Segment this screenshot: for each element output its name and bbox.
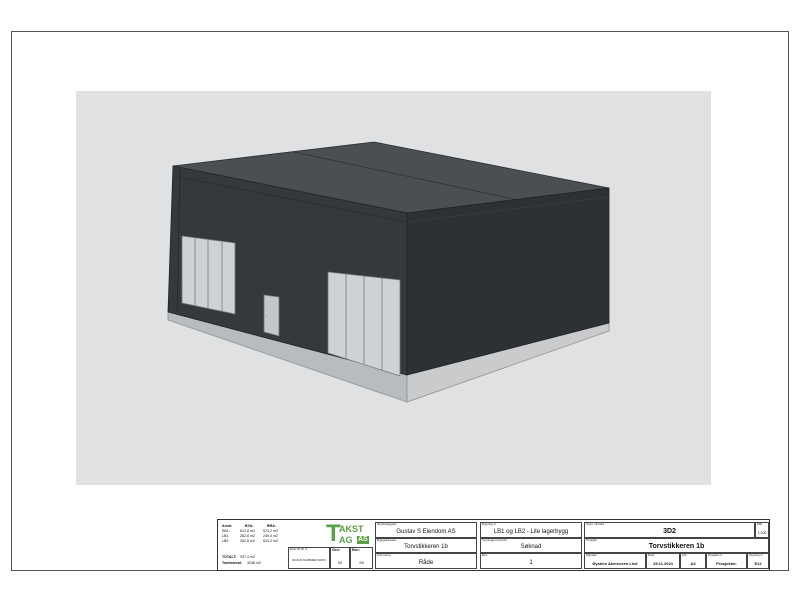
revision-cell: Rev. 1 — [480, 553, 582, 569]
phase-value: Prosjektor. — [716, 561, 737, 566]
garage-door-left — [181, 235, 236, 315]
signature-cell: Signatur Øystein Akersveen Lied — [584, 553, 646, 569]
area-row-bra: 574,2 m2 — [263, 529, 278, 533]
sheet-number-cell: Tegning nr E12 — [747, 553, 769, 569]
area-header-name: Areal: — [222, 524, 233, 528]
address-label: Byggeadresse — [377, 538, 397, 542]
id-block-label: Dato ID ID nr — [290, 547, 308, 551]
area-row-bya: 612,6 m2 — [240, 529, 255, 533]
format-cell: Ark A3 — [680, 553, 706, 569]
area-total-value: 937,4 m2 — [240, 555, 255, 559]
project-cell: Prosjekt Torvstikkeren 1b — [584, 538, 769, 553]
area-row-bra: 514,2 m2 — [263, 539, 278, 543]
format-label: Ark — [682, 553, 687, 557]
company-logo: T AKST AG AS — [326, 522, 372, 552]
scale-value: 1:100 — [757, 531, 767, 535]
drawing-title-value: 3D2 — [663, 528, 676, 535]
drawing-title-cell: Tegn. innhold 3D2 — [584, 522, 755, 538]
id-block: Dato ID ID nr SGS ID NUMMER DATO — [288, 547, 330, 569]
area-header-bra: BRA: — [267, 524, 276, 528]
format-value: A3 — [690, 561, 696, 566]
area-table: Areal: BYA: BRA: SB1: 612,6 m2 574,2 m2 … — [220, 522, 286, 568]
logo-as: AS — [357, 536, 369, 544]
signature-label: Signatur — [586, 553, 598, 557]
wall-front — [406, 187, 610, 376]
building-value: LB1 og LB2 - Lite lagerbygg — [493, 529, 569, 535]
tomt-value: 3248 m2 — [247, 561, 261, 565]
date-value: 25.11.2024 — [653, 561, 673, 566]
3d-model-viewport[interactable] — [76, 91, 711, 485]
client-label: Oppdragsgiver — [377, 522, 397, 526]
kommune-label: Kommune — [377, 553, 391, 557]
area-row-name: LB1: — [222, 534, 230, 538]
project-label: Prosjekt — [586, 538, 597, 542]
entrance-door — [263, 294, 280, 337]
purpose-label: Tegningens formål — [482, 538, 507, 542]
project-value: Torvstikkeren 1b — [648, 543, 705, 550]
scale-label: Mål — [757, 522, 762, 526]
gnr-value: 92 — [337, 560, 343, 565]
area-header-bya: BYA: — [245, 524, 254, 528]
signature-value: Øystein Akersveen Lied — [592, 561, 638, 566]
scale-cell: Mål 1:100 — [755, 522, 769, 538]
date-cell: Dato 25.11.2024 — [646, 553, 680, 569]
area-total-label: TOTALT: — [222, 555, 237, 559]
kommune-value: Råde — [418, 560, 434, 566]
revision-value: 1 — [529, 560, 533, 566]
client-cell: Oppdragsgiver Gustav S Eiendom AS — [375, 522, 477, 538]
logo-akst: AKST — [339, 524, 364, 534]
sheet-number-value: E12 — [754, 561, 762, 566]
revision-label: Rev. — [482, 553, 488, 557]
bnr-value: 99 — [359, 560, 364, 565]
client-value: Gustav S Eiendom AS — [396, 529, 456, 535]
purpose-cell: Tegningens formål Søknad — [480, 538, 582, 553]
building-label: Bygning nr — [482, 522, 497, 526]
building-3d-render — [167, 141, 610, 403]
sheet-number-label: Tegning nr — [749, 553, 764, 557]
drawing-title-label: Tegn. innhold — [586, 522, 604, 526]
area-row-bya: 262,6 m2 — [240, 534, 255, 538]
phase-cell: Prosjekt nr Prosjektor. — [706, 553, 747, 569]
area-row-name: LB2: — [222, 539, 230, 543]
kommune-cell: Kommune Råde — [375, 553, 477, 569]
phase-label: Prosjekt nr — [708, 553, 723, 557]
title-block: Areal: BYA: BRA: SB1: 612,6 m2 574,2 m2 … — [217, 519, 770, 571]
building-cell: Bygning nr LB1 og LB2 - Lite lagerbygg — [480, 522, 582, 538]
address-cell: Byggeadresse Torvstikkeren 1b — [375, 538, 477, 553]
id-block-note: SGS ID NUMMER DATO — [292, 558, 326, 562]
area-row-name: SB1: — [222, 529, 230, 533]
logo-ag: AG — [339, 535, 353, 545]
area-row-bya: 262,6 m2 — [240, 539, 255, 543]
purpose-value: Søknad — [520, 544, 542, 550]
area-row-bra: 249,0 m2 — [263, 534, 278, 538]
date-label: Dato — [648, 553, 655, 557]
address-value: Torvstikkeren 1b — [404, 544, 448, 550]
tomt-label: Tomteareal: — [222, 561, 243, 565]
